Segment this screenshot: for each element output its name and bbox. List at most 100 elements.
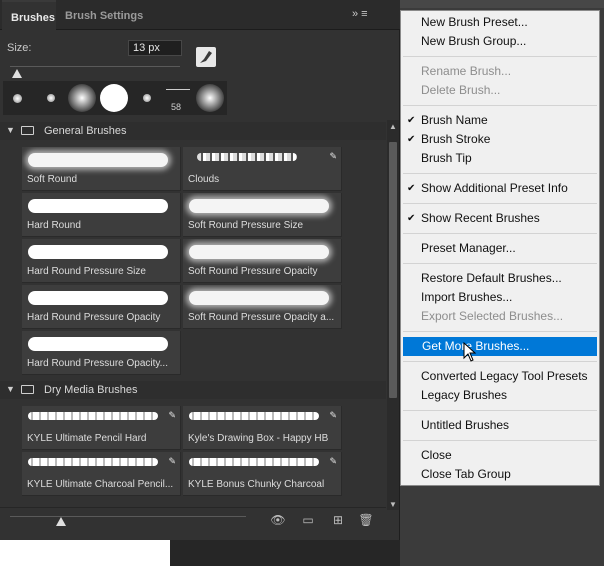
brush-stroke-preview — [28, 412, 158, 420]
menu-item-close[interactable]: Close — [402, 446, 598, 465]
size-label: Size: — [7, 42, 32, 54]
brush-tile[interactable]: Hard Round — [22, 193, 181, 237]
size-input[interactable] — [128, 40, 182, 56]
menu-item-untitled-brushes[interactable]: Untitled Brushes — [402, 416, 598, 435]
brush-tile[interactable]: Soft Round Pressure Size — [183, 193, 342, 237]
brush-name: Soft Round Pressure Size — [188, 220, 304, 231]
scroll-down-arrow[interactable]: ▼ — [389, 500, 397, 509]
brush-stroke-preview — [28, 458, 158, 466]
recent-brush[interactable] — [13, 94, 22, 103]
brush-tile[interactable]: Hard Round Pressure Opacity... — [22, 331, 181, 375]
recent-brush[interactable] — [166, 89, 190, 90]
menu-item-new-brush-preset[interactable]: New Brush Preset... — [402, 13, 598, 32]
panel-tab-bar: Brushes Brush Settings » ≡ — [0, 0, 400, 30]
menu-item-rename-brush[interactable]: Rename Brush... — [402, 62, 598, 81]
menu-item-label: Show Recent Brushes — [421, 211, 540, 225]
size-slider-thumb[interactable] — [12, 69, 22, 78]
panel-menu-button[interactable]: » ≡ — [352, 8, 396, 24]
brush-tile[interactable]: Hard Round Pressure Opacity — [22, 285, 181, 329]
pressure-pen-icon: ✎ — [168, 456, 176, 466]
recent-brush[interactable] — [100, 84, 128, 112]
preview-size-slider-thumb[interactable] — [56, 517, 66, 526]
brush-tile[interactable]: Soft Round Pressure Opacity a... — [183, 285, 342, 329]
tab-brush-settings[interactable]: Brush Settings — [56, 0, 156, 30]
workspace-top-bar — [400, 0, 604, 8]
brush-stroke-preview — [189, 245, 329, 259]
menu-separator — [403, 173, 597, 174]
menu-item-export-selected-brushes[interactable]: Export Selected Brushes... — [402, 307, 598, 326]
brush-name: Soft Round — [27, 174, 78, 185]
chevron-down-icon[interactable]: ▼ — [6, 125, 15, 135]
checkmark-icon: ✔ — [407, 213, 416, 224]
brush-tile[interactable]: ✎ KYLE Ultimate Charcoal Pencil... — [22, 452, 181, 496]
recent-brush[interactable] — [143, 94, 151, 102]
brush-stroke-preview — [28, 337, 168, 351]
brush-name: Hard Round — [27, 220, 81, 231]
scroll-up-arrow[interactable]: ▲ — [389, 122, 397, 131]
brush-tile[interactable]: ✎ Kyle's Drawing Box - Happy HB — [183, 406, 342, 450]
new-brush-icon[interactable]: ⊞ — [330, 513, 346, 527]
brush-stroke-preview — [28, 291, 168, 305]
group-label: Dry Media Brushes — [44, 384, 138, 396]
scrollbar-thumb[interactable] — [389, 142, 397, 398]
brush-tile[interactable]: ✎ KYLE Bonus Chunky Charcoal — [183, 452, 342, 496]
brush-stroke-preview — [28, 245, 168, 259]
checkmark-icon: ✔ — [407, 183, 416, 194]
menu-item-brush-tip[interactable]: Brush Tip — [402, 149, 598, 168]
menu-item-new-brush-group[interactable]: New Brush Group... — [402, 32, 598, 51]
eye-icon[interactable]: 👁 — [270, 513, 286, 527]
brush-name: Hard Round Pressure Opacity... — [27, 358, 168, 369]
brush-tile[interactable]: Soft Round — [22, 147, 181, 191]
workspace-bottom — [170, 540, 400, 566]
brush-tile[interactable]: Soft Round Pressure Opacity — [183, 239, 342, 283]
menu-item-brush-stroke[interactable]: ✔ Brush Stroke — [402, 130, 598, 149]
chevron-down-icon[interactable]: ▼ — [6, 384, 15, 394]
menu-separator — [403, 263, 597, 264]
trash-icon[interactable]: 🗑 — [358, 513, 374, 527]
menu-item-import-brushes[interactable]: Import Brushes... — [402, 288, 598, 307]
menu-separator — [403, 105, 597, 106]
preview-size-slider[interactable] — [10, 516, 246, 517]
menu-item-label: Brush Stroke — [421, 132, 491, 146]
group-general-brushes[interactable]: ▼ General Brushes — [0, 122, 386, 140]
recent-brush[interactable] — [68, 84, 96, 112]
recent-brush-size: 58 — [171, 102, 182, 112]
menu-separator — [403, 56, 597, 57]
pressure-pen-icon: ✎ — [168, 410, 176, 420]
brush-tip-icon[interactable] — [196, 47, 216, 67]
menu-item-brush-name[interactable]: ✔ Brush Name — [402, 111, 598, 130]
menu-item-preset-manager[interactable]: Preset Manager... — [402, 239, 598, 258]
pressure-pen-icon: ✎ — [329, 410, 337, 420]
menu-item-restore-default-brushes[interactable]: Restore Default Brushes... — [402, 269, 598, 288]
group-dry-media-brushes[interactable]: ▼ Dry Media Brushes — [0, 381, 386, 399]
menu-separator — [403, 203, 597, 204]
recent-brush[interactable] — [47, 94, 55, 102]
brush-name: KYLE Ultimate Pencil Hard — [27, 433, 147, 444]
size-slider-track[interactable] — [10, 66, 180, 67]
brush-stroke-preview — [189, 412, 319, 420]
brush-tile[interactable]: Hard Round Pressure Size — [22, 239, 181, 283]
menu-item-get-more-brushes[interactable]: Get More Brushes... — [403, 337, 597, 356]
folder-icon — [21, 385, 34, 394]
brush-name: KYLE Bonus Chunky Charcoal — [188, 479, 325, 490]
brush-tile[interactable]: ✎ Clouds — [183, 147, 342, 191]
menu-item-show-additional-preset-info[interactable]: ✔ Show Additional Preset Info — [402, 179, 598, 198]
brush-name: Soft Round Pressure Opacity — [188, 266, 318, 277]
tab-brushes[interactable]: Brushes — [2, 0, 56, 30]
recent-brush[interactable] — [196, 84, 224, 112]
menu-item-close-tab-group[interactable]: Close Tab Group — [402, 465, 598, 484]
brush-tile[interactable]: ✎ KYLE Ultimate Pencil Hard — [22, 406, 181, 450]
menu-item-converted-legacy-tool-presets[interactable]: Converted Legacy Tool Presets — [402, 367, 598, 386]
menu-item-label: Brush Name — [421, 113, 488, 127]
brush-stroke-preview — [189, 199, 329, 213]
brushes-panel-menu: New Brush Preset... New Brush Group... R… — [400, 10, 600, 486]
pressure-pen-icon: ✎ — [329, 456, 337, 466]
menu-item-legacy-brushes[interactable]: Legacy Brushes — [402, 386, 598, 405]
mouse-cursor-icon — [463, 341, 477, 365]
menu-item-show-recent-brushes[interactable]: ✔ Show Recent Brushes — [402, 209, 598, 228]
new-folder-icon[interactable]: ▭ — [300, 513, 316, 527]
brush-stroke-preview — [28, 199, 168, 213]
brush-name: Soft Round Pressure Opacity a... — [188, 312, 335, 323]
menu-item-delete-brush[interactable]: Delete Brush... — [402, 81, 598, 100]
brush-stroke-preview — [28, 153, 168, 167]
